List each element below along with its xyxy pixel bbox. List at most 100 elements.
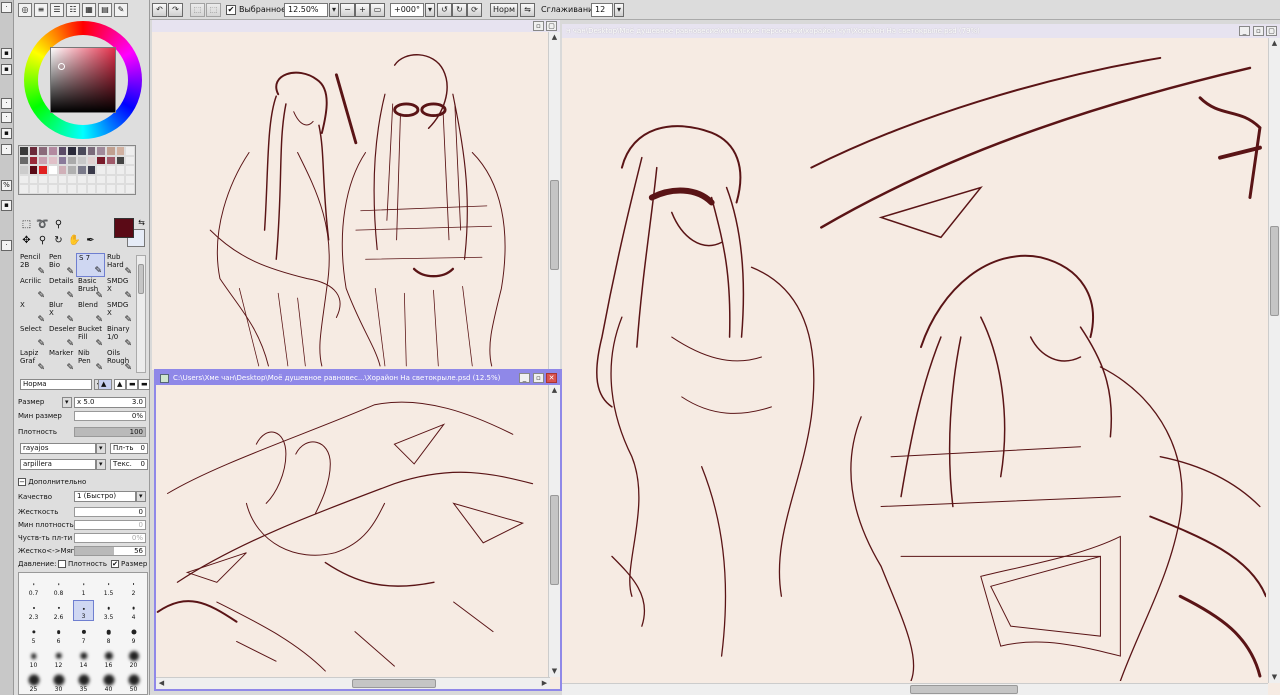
- brush-tool[interactable]: Blend ✎: [76, 301, 105, 325]
- swatch-cell[interactable]: [96, 174, 106, 185]
- swatch-cell[interactable]: [19, 165, 29, 175]
- eyedropper-icon[interactable]: ✒: [84, 234, 97, 247]
- color-picker-tab-icon[interactable]: ✎: [114, 3, 128, 17]
- texture-2-select[interactable]: arpillera: [20, 459, 96, 470]
- rotation-reset-icon[interactable]: ⟳: [467, 3, 482, 17]
- swatch-cell[interactable]: [115, 146, 126, 156]
- brush-tool[interactable]: Pen Bio ✎: [47, 253, 76, 277]
- swatch-cell[interactable]: [19, 155, 29, 166]
- vertical-scrollbar[interactable]: ▲ ▼: [548, 385, 560, 677]
- hard-soft-slider[interactable]: 56: [74, 546, 146, 556]
- swatch-cell[interactable]: [96, 146, 106, 156]
- brush-size-preset[interactable]: 1: [73, 576, 94, 597]
- brush-size-preset[interactable]: 8: [98, 624, 119, 645]
- brush-size-preset[interactable]: 35: [73, 672, 94, 693]
- brush-tool[interactable]: Select ✎: [18, 325, 47, 349]
- scroll-up-icon[interactable]: ▲: [549, 32, 560, 43]
- brush-size-preset[interactable]: 30: [48, 672, 69, 693]
- texture-1-select[interactable]: rayajos: [20, 443, 96, 454]
- size-field[interactable]: x 5.0 3.0: [74, 397, 146, 408]
- rotate-left-icon[interactable]: ↺: [437, 3, 452, 17]
- brush-tool[interactable]: Nib Pen ✎: [76, 349, 105, 373]
- rotate-right-icon[interactable]: ↻: [452, 3, 467, 17]
- brush-size-preset[interactable]: 2.6: [48, 600, 69, 621]
- blend-mode-select[interactable]: Норма: [20, 379, 92, 390]
- brush-tool[interactable]: Rub Hard ✎: [105, 253, 134, 277]
- swatch-cell[interactable]: [57, 146, 68, 156]
- zoom-field[interactable]: 12.50%: [284, 3, 328, 17]
- swatch-tab-icon[interactable]: ▦: [82, 3, 96, 17]
- brush-tool[interactable]: SMDG X ✎: [105, 301, 134, 325]
- window-title-bar[interactable]: н чан\Desktop\Моё душевное равновесие\ки…: [562, 24, 1280, 38]
- scroll-left-icon[interactable]: ◀: [156, 678, 167, 689]
- invert-selection-icon[interactable]: ⬚: [206, 3, 221, 17]
- restore-icon[interactable]: ▫: [1253, 26, 1264, 36]
- swatch-cell[interactable]: [86, 146, 97, 156]
- chevron-down-icon[interactable]: ▾: [96, 459, 106, 470]
- scroll-thumb[interactable]: [550, 495, 559, 585]
- brush-shape-soft-icon[interactable]: ▬: [126, 379, 138, 390]
- primary-color[interactable]: [114, 218, 134, 238]
- brush-size-preset[interactable]: 10: [23, 648, 44, 669]
- brush-tool[interactable]: Details ✎: [47, 277, 76, 301]
- brush-size-preset[interactable]: 3: [73, 600, 94, 621]
- hand-icon[interactable]: ✋: [68, 234, 81, 247]
- swatch-cell[interactable]: [28, 174, 39, 185]
- swatch-cell[interactable]: [48, 146, 58, 156]
- swatch-cell[interactable]: [125, 146, 135, 156]
- vertical-scrollbar[interactable]: ▲ ▼: [1268, 38, 1280, 683]
- flip-icon[interactable]: ⇋: [520, 3, 535, 17]
- swatch-cell[interactable]: [106, 184, 116, 194]
- dock-button[interactable]: ▪: [1, 64, 12, 75]
- brush-size-preset[interactable]: 2.3: [23, 600, 44, 621]
- swatch-cell[interactable]: [125, 165, 135, 175]
- brush-tool[interactable]: Blur X ✎: [47, 301, 76, 325]
- dock-button[interactable]: ▪: [1, 200, 12, 211]
- chevron-down-icon[interactable]: ▾: [425, 3, 435, 17]
- stabilizer-field[interactable]: 12: [591, 3, 613, 17]
- quality-select[interactable]: 1 (Быстро): [74, 491, 136, 502]
- swatch-cell[interactable]: [48, 184, 58, 194]
- scroll-up-icon[interactable]: ▲: [1269, 38, 1280, 49]
- chevron-down-icon[interactable]: ▾: [96, 443, 106, 454]
- brush-size-preset[interactable]: 12: [48, 648, 69, 669]
- color-marker[interactable]: [58, 63, 65, 70]
- undo-icon[interactable]: ↶: [152, 3, 167, 17]
- brush-tool[interactable]: Binary 1/0 ✎: [105, 325, 134, 349]
- swatch-cell[interactable]: [125, 155, 135, 166]
- swatch-cell[interactable]: [96, 155, 106, 166]
- swatch-cell[interactable]: [48, 165, 58, 175]
- swatch-cell[interactable]: [19, 146, 29, 156]
- swatch-cell[interactable]: [67, 155, 77, 166]
- scroll-up-icon[interactable]: ▲: [549, 385, 560, 396]
- hardness-slider[interactable]: 0: [74, 507, 146, 517]
- zoom-in-icon[interactable]: +: [355, 3, 370, 17]
- swatch-cell[interactable]: [57, 165, 68, 175]
- color-wheel[interactable]: [24, 21, 142, 139]
- brush-tool[interactable]: Deseler ✎: [47, 325, 76, 349]
- minimize-icon[interactable]: _: [1239, 26, 1250, 36]
- color-wheel-tab-icon[interactable]: ◎: [18, 3, 32, 17]
- brush-tool[interactable]: Lapiz Graf ✎: [18, 349, 47, 373]
- canvas-window-overview[interactable]: C:\Users\Хме чан\Desktop\Моё душевное ра…: [154, 369, 562, 691]
- scroll-right-icon[interactable]: ▶: [539, 678, 550, 689]
- brush-size-preset[interactable]: 0.7: [23, 576, 44, 597]
- brush-size-preset[interactable]: 6: [48, 624, 69, 645]
- brush-scrollbar[interactable]: [136, 255, 146, 373]
- swatch-cell[interactable]: [86, 174, 97, 185]
- sliders-tab-icon[interactable]: ≡: [34, 3, 48, 17]
- restore-icon[interactable]: ▫: [533, 21, 544, 31]
- swatch-cell[interactable]: [67, 174, 77, 185]
- swatch-grid[interactable]: [18, 145, 136, 195]
- brush-size-preset[interactable]: 4: [123, 600, 144, 621]
- rotation-field[interactable]: +000°: [390, 3, 424, 17]
- swatch-cell[interactable]: [48, 174, 58, 185]
- swatch-cell[interactable]: [57, 174, 68, 185]
- window-title-bar[interactable]: C:\Users\Хме чан\Desktop\Моё душевное ра…: [156, 371, 560, 385]
- swatch-cell[interactable]: [86, 155, 97, 166]
- hsv-tab-icon[interactable]: ☷: [66, 3, 80, 17]
- swap-colors-icon[interactable]: ⇆: [135, 216, 148, 229]
- maximize-icon[interactable]: ▢: [546, 21, 557, 31]
- scroll-thumb[interactable]: [138, 264, 144, 294]
- swatch-cell[interactable]: [67, 146, 77, 156]
